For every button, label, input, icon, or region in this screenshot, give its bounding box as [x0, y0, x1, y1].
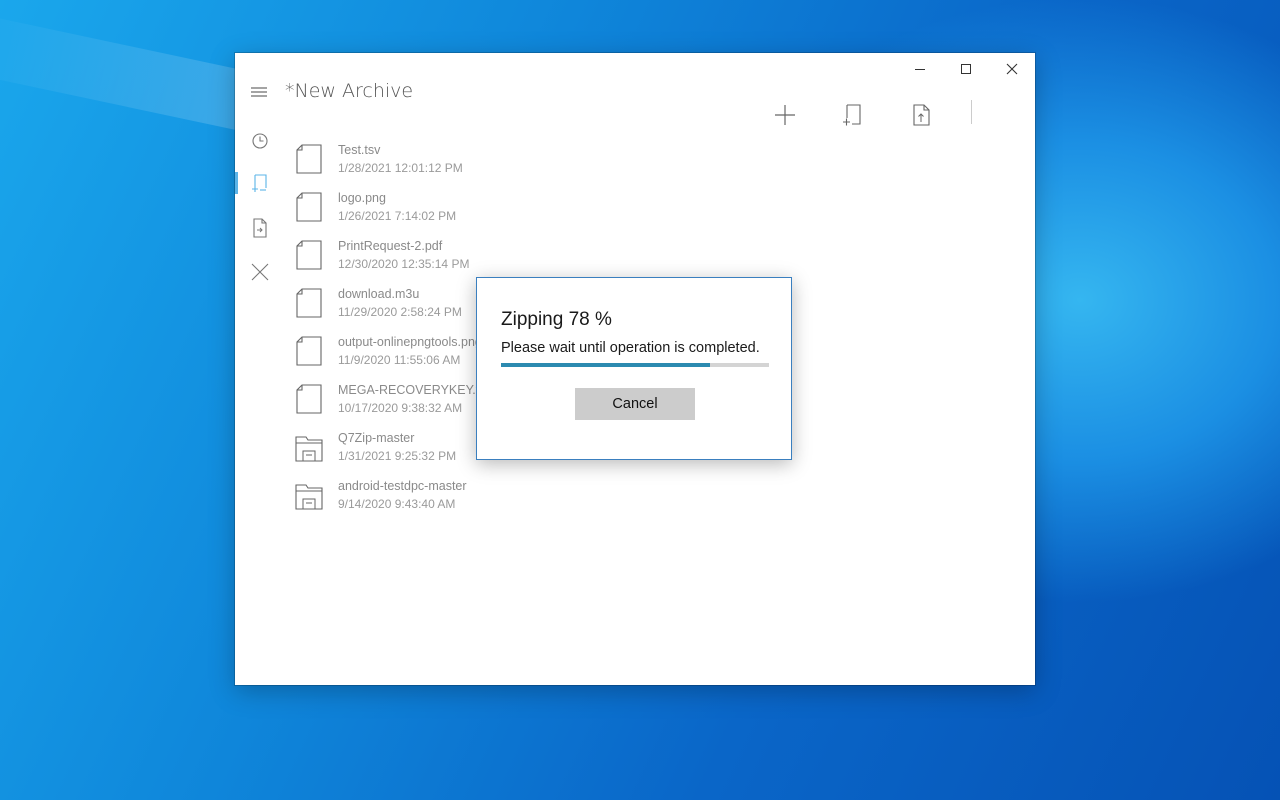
progress-dialog: Zipping 78 % Please wait until operation…: [476, 277, 792, 460]
add-icon: [775, 105, 795, 125]
file-icon: [296, 240, 322, 270]
list-item[interactable]: Test.tsv 1/28/2021 12:01:12 PM: [293, 141, 713, 189]
maximize-button[interactable]: [943, 53, 989, 85]
file-name: Q7Zip-master: [338, 431, 415, 445]
file-name: output-onlinepngtools.png: [338, 335, 482, 349]
file-name: Test.tsv: [338, 143, 381, 157]
file-icon: [296, 288, 322, 318]
close-archive-icon: [251, 263, 269, 281]
new-archive-icon: [252, 174, 267, 192]
file-icon: [296, 384, 322, 414]
minimize-button[interactable]: [897, 53, 943, 85]
file-name: android-testdpc-master: [338, 479, 467, 493]
list-item[interactable]: logo.png 1/26/2021 7:14:02 PM: [293, 189, 713, 237]
window-title: *New Archive: [285, 80, 414, 102]
recent-icon: [252, 133, 268, 149]
file-name: logo.png: [338, 191, 386, 205]
list-item[interactable]: android-testdpc-master 9/14/2020 9:43:40…: [293, 477, 713, 525]
file-icon: [296, 336, 322, 366]
extract-icon: [253, 218, 267, 238]
extract-button[interactable]: [904, 97, 940, 133]
toolbar-separator: [971, 100, 972, 124]
file-date: 1/31/2021 9:25:32 PM: [338, 449, 457, 463]
close-icon: [1006, 63, 1018, 75]
file-date: 9/14/2020 9:43:40 AM: [338, 497, 456, 511]
nav-active-indicator: [235, 172, 238, 194]
file-date: 1/26/2021 7:14:02 PM: [338, 209, 457, 223]
file-date: 11/9/2020 11:55:06 AM: [338, 353, 461, 367]
menu-button[interactable]: [249, 84, 269, 103]
file-date: 10/17/2020 9:38:32 AM: [338, 401, 463, 415]
file-name: PrintRequest-2.pdf: [338, 239, 443, 253]
file-date: 1/28/2021 12:01:12 PM: [338, 161, 463, 175]
folder-icon: [295, 484, 323, 510]
file-date: 11/29/2020 2:58:24 PM: [338, 305, 462, 319]
add-to-archive-icon: [843, 104, 861, 126]
extract-file-icon: [913, 104, 930, 126]
maximize-icon: [961, 64, 971, 74]
file-name: MEGA-RECOVERYKEY.txt: [338, 383, 489, 397]
folder-icon: [295, 436, 323, 462]
progress-bar-fill: [501, 363, 711, 367]
dialog-title: Zipping 78 %: [501, 309, 612, 330]
new-archive-nav-button[interactable]: [249, 172, 271, 194]
add-to-archive-button[interactable]: [835, 97, 871, 133]
progress-bar: [501, 363, 769, 367]
add-button[interactable]: [767, 97, 803, 133]
file-date: 12/30/2020 12:35:14 PM: [338, 257, 470, 271]
close-archive-button[interactable]: [249, 261, 271, 283]
minimize-icon: [915, 69, 925, 70]
menu-icon: [251, 87, 267, 97]
recent-button[interactable]: [249, 130, 271, 152]
file-name: download.m3u: [338, 287, 420, 301]
file-icon: [296, 192, 322, 222]
dialog-message: Please wait until operation is completed…: [501, 340, 760, 356]
file-icon: [296, 144, 322, 174]
extract-nav-button[interactable]: [249, 217, 271, 239]
close-button[interactable]: [989, 53, 1035, 85]
cancel-button[interactable]: Cancel: [575, 388, 695, 420]
